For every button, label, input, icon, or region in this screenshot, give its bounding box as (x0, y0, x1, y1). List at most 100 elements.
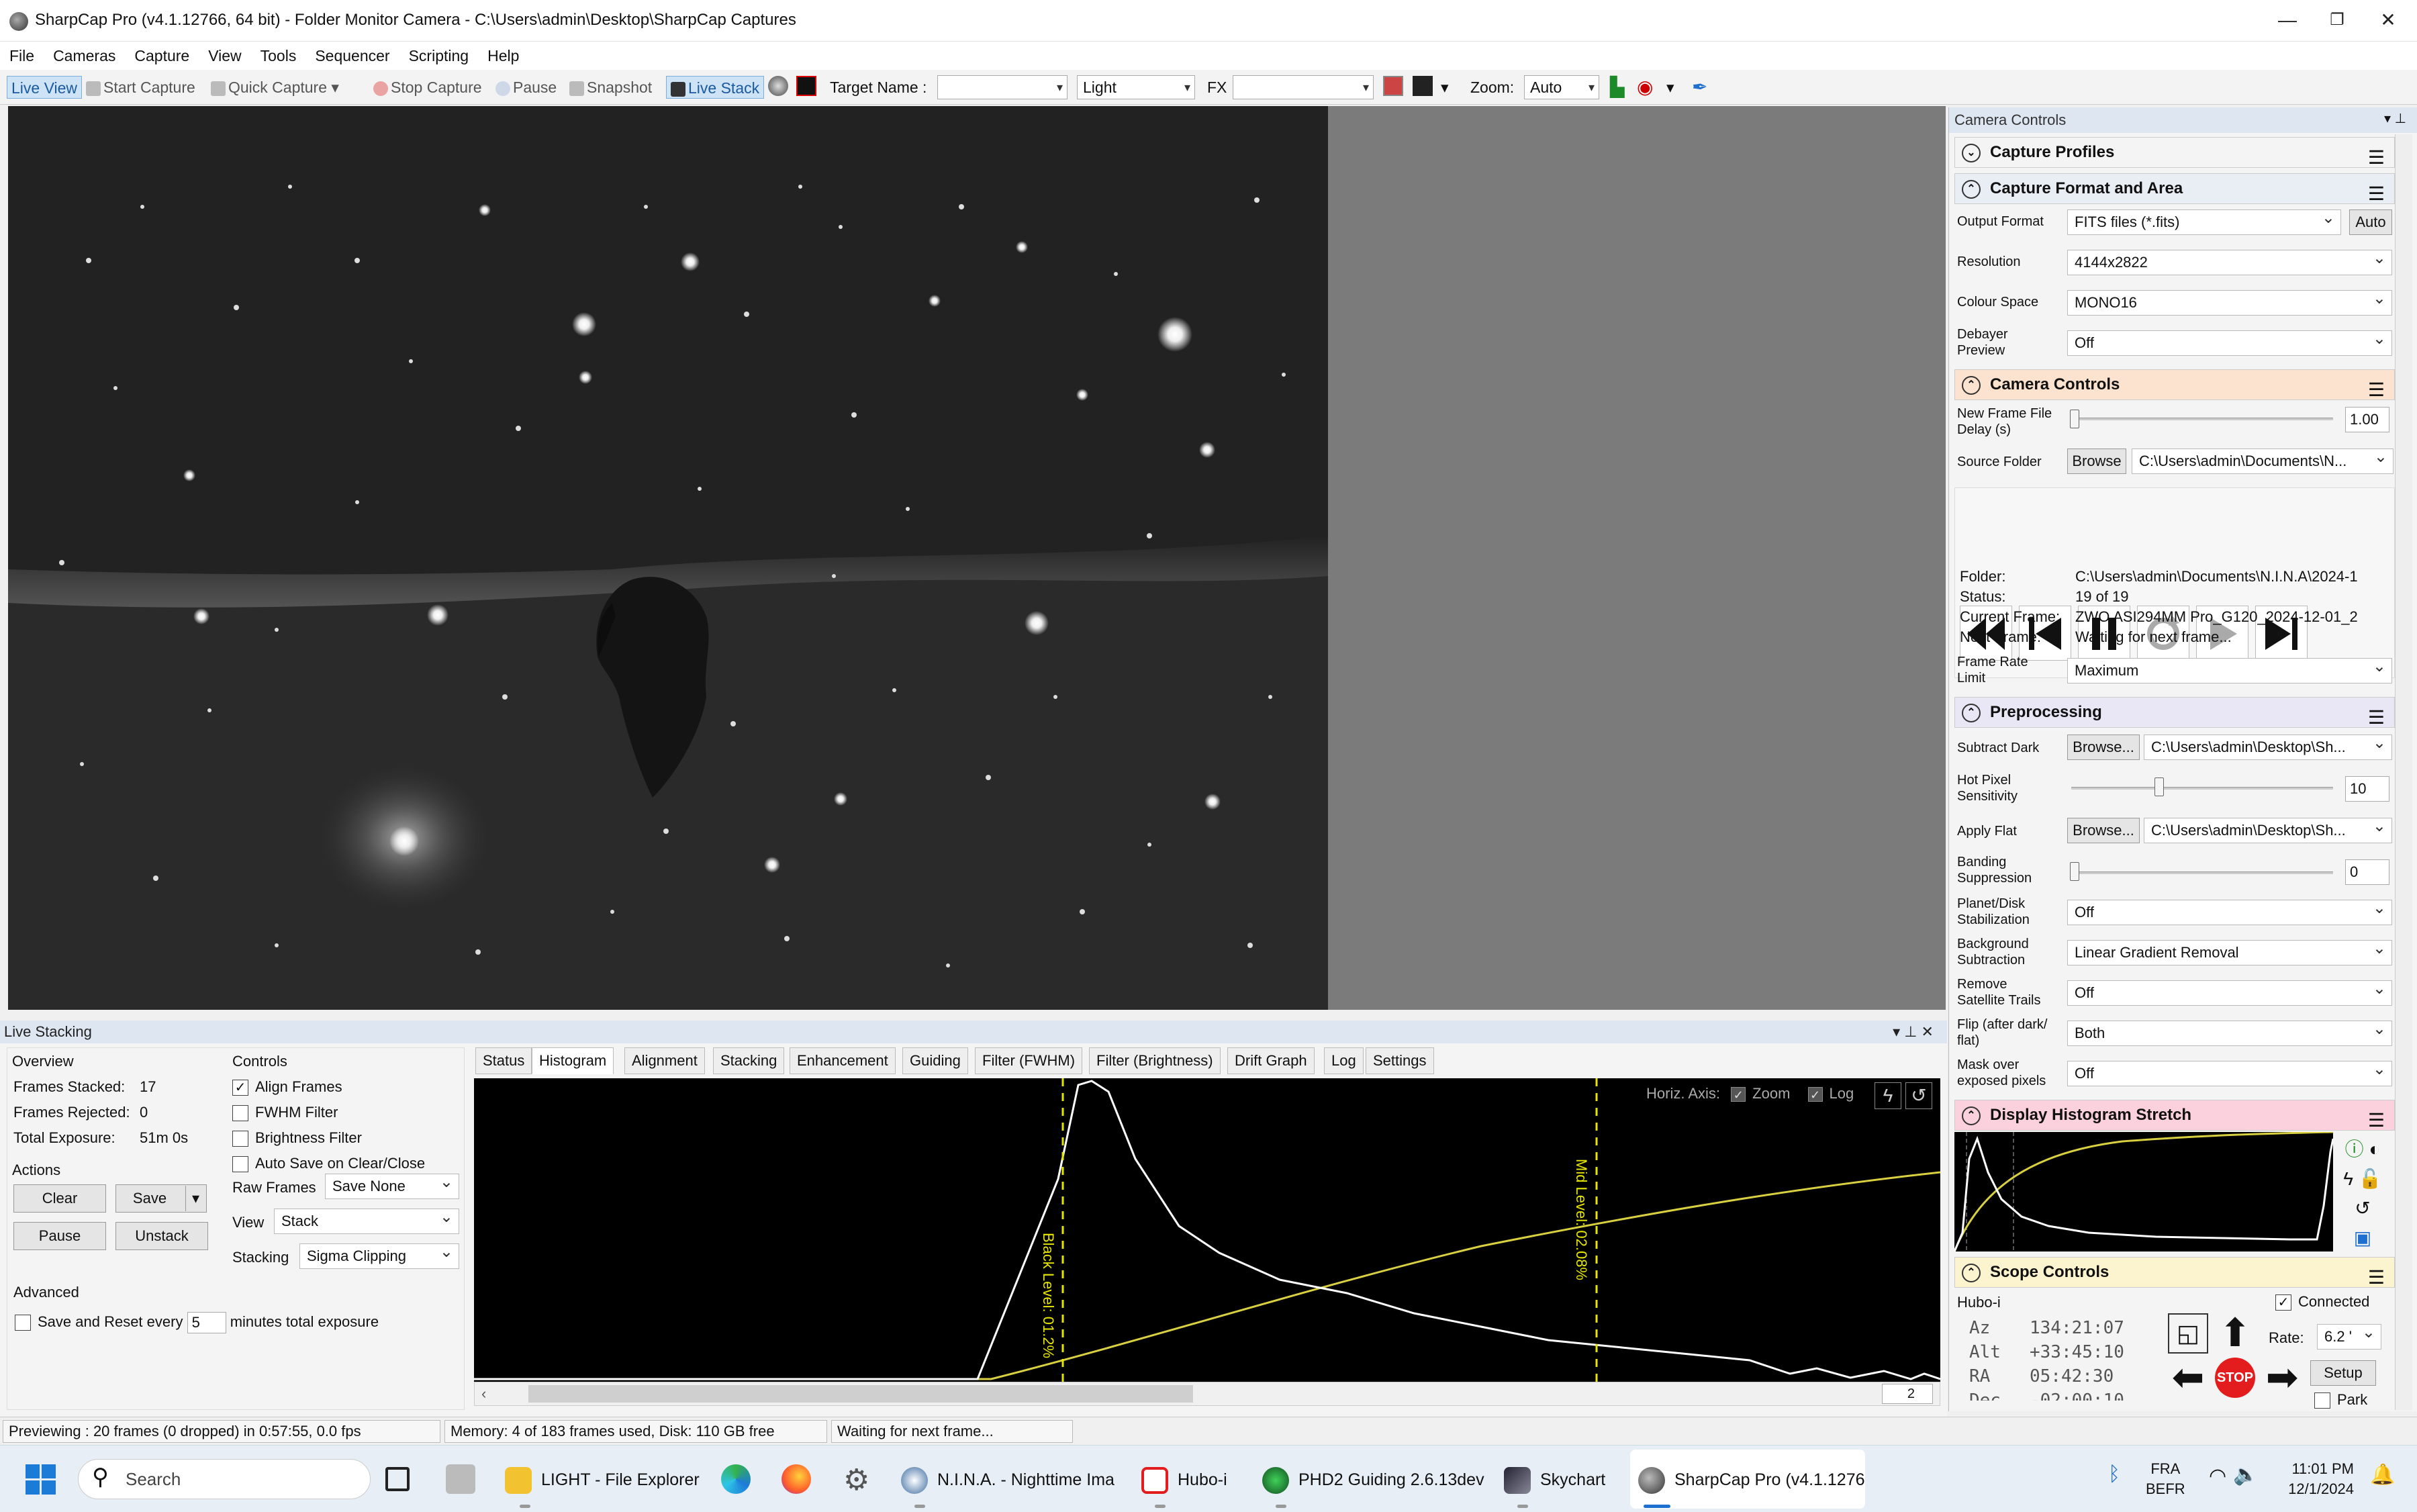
menu-capture[interactable]: Capture (125, 42, 199, 70)
unstack-button[interactable]: Unstack (115, 1222, 208, 1250)
mask-select[interactable]: Off (2067, 1061, 2392, 1086)
taskbar-phd2[interactable]: PHD2 Guiding 2.6.13dev (1262, 1463, 1484, 1497)
chevron-down-icon[interactable]: ▾ (1666, 76, 1674, 99)
scrollbar-thumb[interactable] (528, 1385, 1193, 1403)
east-arrow-button[interactable]: ⬅ (2165, 1355, 2211, 1401)
tab-log[interactable]: Log (1324, 1047, 1364, 1074)
histogram-circle-icon[interactable] (768, 76, 788, 96)
browse-dark-button[interactable]: Browse... (2067, 735, 2140, 760)
menu-view[interactable]: View (199, 42, 250, 70)
bluetooth-icon[interactable]: ᛒ (2108, 1463, 2120, 1486)
zoom-checkbox[interactable]: ✓ (1731, 1087, 1746, 1102)
stop-button[interactable]: STOP (2215, 1358, 2255, 1398)
edge-icon[interactable] (721, 1464, 751, 1494)
wifi-icon[interactable]: ◠ (2209, 1464, 2226, 1488)
stop-capture-button[interactable]: Stop Capture (373, 76, 482, 99)
banding-slider-thumb[interactable] (2070, 862, 2079, 881)
snapshot-button[interactable]: Snapshot (569, 76, 652, 99)
focus-tool-icon[interactable]: ✒ (1692, 76, 1707, 99)
menu-icon[interactable]: ☰ (2368, 1263, 2385, 1292)
resolution-select[interactable]: 4144x2822 (2067, 250, 2392, 275)
park-checkbox[interactable]: Park (2314, 1391, 2367, 1409)
menu-file[interactable]: File (0, 42, 44, 70)
brightness-filter-checkbox[interactable] (232, 1131, 248, 1147)
frame-delay-value[interactable]: 1.00 (2345, 407, 2389, 432)
hot-pixel-value[interactable]: 10 (2345, 776, 2389, 802)
dark-file-select[interactable]: C:\Users\admin\Desktop\Sh... (2144, 735, 2392, 760)
auto-stretch-icon[interactable]: ⓘ (2345, 1139, 2364, 1160)
panel-pin-close-icon[interactable]: ▾ ⊥ ✕ (1893, 1021, 1934, 1043)
zoom-red-icon[interactable]: ◉ (1637, 76, 1653, 99)
capture-format-section[interactable]: ⌃ Capture Format and Area ☰ (1954, 173, 2395, 204)
live-stack-button[interactable]: Live Stack (666, 76, 765, 99)
north-arrow-button[interactable]: ⬆ (2212, 1311, 2258, 1356)
browse-flat-button[interactable]: Browse... (2067, 818, 2140, 843)
histogram-icon[interactable]: ▙ (1610, 76, 1625, 99)
image-view[interactable] (8, 106, 1328, 1010)
quick-capture-button[interactable]: Quick Capture ▾ (211, 76, 339, 99)
histogram-chart[interactable]: Black Level: 01.2% Mid Level: 02.08% Hor… (474, 1078, 1941, 1382)
tab-alignment[interactable]: Alignment (624, 1047, 705, 1074)
rate-select[interactable]: 6.2 ' (2317, 1324, 2381, 1350)
start-capture-button[interactable]: Start Capture (86, 76, 195, 99)
save-reset-checkbox[interactable] (15, 1315, 31, 1331)
image-empty-area[interactable] (1328, 106, 1946, 1010)
histogram-scrollbar[interactable]: ‹ 2 (474, 1382, 1940, 1406)
close-button[interactable]: ✕ (2365, 5, 2412, 35)
display-histogram-chart[interactable] (1953, 1131, 2334, 1252)
tab-stacking[interactable]: Stacking (713, 1047, 785, 1074)
scroll-left-icon[interactable]: ‹ (481, 1385, 486, 1403)
maximize-button[interactable]: ❐ (2314, 5, 2361, 35)
menu-scripting[interactable]: Scripting (399, 42, 478, 70)
frame-delay-slider[interactable] (2071, 418, 2333, 420)
menu-cameras[interactable]: Cameras (44, 42, 125, 70)
tab-settings[interactable]: Settings (1366, 1047, 1434, 1074)
track-target-button[interactable]: ◱ (2168, 1313, 2208, 1354)
record-icon[interactable] (1383, 76, 1403, 96)
menu-icon[interactable]: ☰ (2368, 375, 2385, 405)
volume-icon[interactable]: 🔈 (2233, 1463, 2258, 1486)
raw-frames-select[interactable]: Save None (325, 1174, 459, 1199)
fwhm-filter-checkbox[interactable] (232, 1105, 248, 1122)
reset-icon[interactable]: ↺ (1905, 1082, 1932, 1109)
chevron-down-icon[interactable]: ▾ (1441, 76, 1449, 99)
zoom-select[interactable]: Auto (1524, 75, 1599, 99)
align-frames-checkbox[interactable]: ✓ (232, 1080, 248, 1096)
save-icon[interactable]: ▣ (2354, 1227, 2371, 1248)
save-dropdown-arrow[interactable]: ▾ (185, 1186, 205, 1211)
fx-select[interactable] (1233, 75, 1374, 99)
menu-tools[interactable]: Tools (251, 42, 306, 70)
overlay-icon[interactable] (796, 76, 816, 96)
frame-rate-select[interactable]: Maximum (2067, 658, 2392, 683)
stacking-select[interactable]: Sigma Clipping (299, 1243, 459, 1269)
clear-button[interactable]: Clear (13, 1184, 106, 1213)
stabilization-select[interactable]: Off (2067, 900, 2392, 925)
taskbar-file-explorer[interactable]: LIGHT - File Explorer (505, 1463, 700, 1497)
frame-type-select[interactable]: Light (1077, 75, 1195, 99)
tab-status[interactable]: Status (475, 1047, 532, 1074)
west-arrow-button[interactable]: ➡ (2259, 1355, 2305, 1401)
menu-help[interactable]: Help (478, 42, 528, 70)
settings-gear-icon[interactable]: ⚙ (843, 1463, 869, 1497)
banding-slider[interactable] (2071, 871, 2333, 874)
taskbar-hubo[interactable]: Hubo-i (1141, 1463, 1227, 1497)
save-reset-minutes[interactable]: 5 (187, 1312, 226, 1333)
pause-button[interactable]: Pause (495, 76, 557, 99)
windows-start-icon[interactable] (26, 1464, 56, 1495)
lock-icon[interactable]: 🔓 (2359, 1168, 2382, 1189)
minimize-button[interactable]: — (2264, 5, 2311, 35)
pin-icon[interactable]: ▾ ⊥ (2384, 110, 2406, 127)
background-subtraction-select[interactable]: Linear Gradient Removal (2067, 940, 2392, 965)
capture-profiles-section[interactable]: ⌄ Capture Profiles ☰ (1954, 137, 2395, 168)
output-format-select[interactable]: FITS files (*.fits) (2067, 209, 2341, 235)
hot-pixel-slider[interactable] (2071, 787, 2333, 790)
banding-value[interactable]: 0 (2345, 859, 2389, 885)
task-view-icon[interactable] (385, 1467, 410, 1491)
tab-filter-brightness[interactable]: Filter (Brightness) (1089, 1047, 1221, 1074)
reticle-icon[interactable] (1413, 76, 1433, 96)
histogram-zoom-value[interactable]: 2 (1882, 1384, 1933, 1404)
utility-app-icon[interactable] (446, 1464, 475, 1494)
right-panel-scrollbar[interactable] (2395, 134, 2412, 1410)
tab-filter-fwhm[interactable]: Filter (FWHM) (975, 1047, 1083, 1074)
notification-bell-icon[interactable]: 🔔 (2370, 1463, 2395, 1486)
